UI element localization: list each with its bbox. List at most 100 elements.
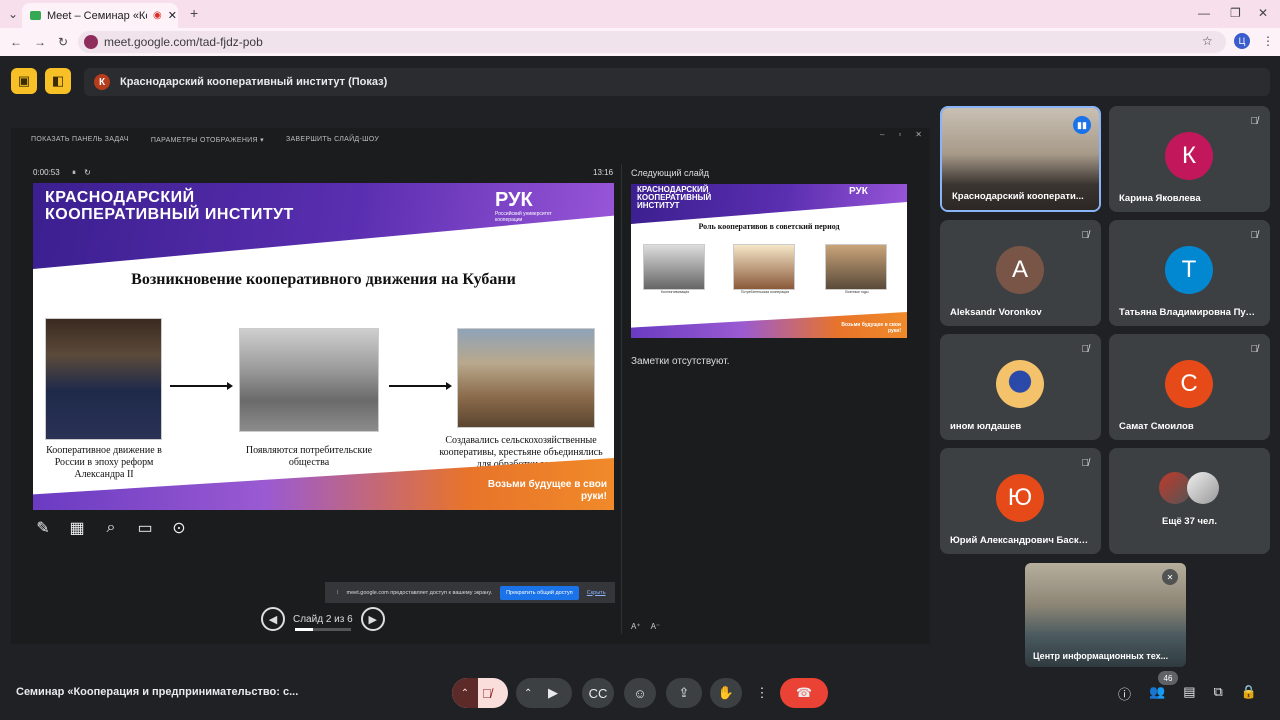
minimize-icon[interactable]: — — [1198, 6, 1210, 20]
end-slideshow-button[interactable]: ЗАВЕРШИТЬ СЛАЙД-ШОУ — [286, 136, 379, 144]
participant-tile[interactable]: ▮▮ Краснодарский кооперати... — [940, 106, 1101, 212]
zoom-icon[interactable]: ⌕ — [101, 518, 121, 538]
participant-count-badge: 46 — [1158, 671, 1178, 685]
url-field[interactable]: meet.google.com/tad-fjdz-pob — [78, 31, 1226, 53]
camera-control: ⌃ ▶ — [516, 678, 572, 708]
tab-search-icon[interactable]: ⌄ — [8, 7, 18, 21]
ruk-logo-subtitle: Российский университет кооперации — [495, 211, 552, 223]
presenter-window-controls: – ▫ ✕ — [880, 130, 922, 139]
participant-tile[interactable]: 🎙̸ ином юлдашев — [940, 334, 1101, 440]
meeting-side-controls: ⓘ 👥 ▤ ⧉ 🔒 — [1118, 684, 1257, 703]
mic-off-icon: 🎙̸ — [1250, 344, 1259, 355]
present-screen-icon[interactable]: ⇪ — [666, 678, 702, 708]
chat-icon[interactable]: ▤ — [1183, 684, 1195, 703]
presentation-panel-icon[interactable]: ◧ — [45, 68, 71, 94]
ruk-logo: РУК — [495, 189, 533, 211]
mic-off-icon: 🎙̸ — [1250, 116, 1259, 127]
browser-tab[interactable]: Meet – Семинар «Коопер... ◉ ✕ — [22, 3, 178, 28]
caption-2: Появляются потребительские общества — [245, 445, 373, 468]
camera-options-chevron-icon[interactable]: ⌃ — [524, 688, 532, 699]
next-slide-caption-1: Коллективизация — [660, 290, 690, 294]
all-slides-icon[interactable]: ▦ — [67, 518, 87, 538]
participant-name: Юрий Александрович Баска... — [950, 535, 1090, 546]
mic-control: ⌃ 🎙̸ — [452, 678, 508, 708]
mic-options-chevron-icon[interactable]: ⌃ — [452, 678, 478, 708]
presenter-minimize-icon[interactable]: – — [880, 130, 884, 139]
reactions-icon[interactable]: ☺ — [624, 678, 656, 708]
pause-icon[interactable]: ⏸ — [72, 168, 76, 177]
next-slide-caption-3: Военные годы — [845, 290, 869, 294]
next-slide-preview[interactable]: КРАСНОДАРСКИЙ КООПЕРАТИВНЫЙ ИНСТИТУТ РУК… — [631, 184, 907, 338]
restore-icon[interactable]: ❐ — [1230, 6, 1241, 20]
reload-icon[interactable]: ↻ — [58, 35, 68, 49]
mic-off-icon: 🎙̸ — [1081, 458, 1090, 469]
recording-icon: ◉ — [153, 10, 162, 21]
display-settings-button[interactable]: ПАРАМЕТРЫ ОТОБРАЖЕНИЯ ▾ — [151, 136, 264, 144]
back-icon[interactable]: ← — [10, 35, 22, 49]
pen-icon[interactable]: ✎ — [33, 518, 53, 538]
increase-font-button[interactable]: A⁺ — [631, 622, 641, 631]
timer-value: 0:00:53 — [33, 168, 60, 177]
notes-font-controls: A⁺ A⁻ — [631, 622, 660, 631]
presenter-close-icon[interactable]: ✕ — [915, 130, 922, 139]
next-slide-photo-2 — [733, 244, 795, 290]
next-slide-icon[interactable]: ▶ — [360, 607, 385, 631]
forward-icon[interactable]: → — [34, 35, 46, 49]
more-options-icon[interactable]: ⋮ — [750, 678, 774, 708]
participant-thumb — [1187, 472, 1219, 504]
more-participants-tile[interactable]: Ещё 37 чел. — [1109, 448, 1270, 554]
presenter-restore-icon[interactable]: ▫ — [898, 130, 901, 139]
slideshow-timer: 0:00:53 ⏸ ↻ — [33, 168, 91, 178]
next-slide-slogan: Возьми будущее в свои руки! — [841, 322, 901, 334]
raise-hand-icon[interactable]: ✋ — [710, 678, 742, 708]
address-bar-row: ← → ↻ meet.google.com/tad-fjdz-pob ☆ Ц ⋮ — [0, 28, 1280, 56]
slide-header-text: КРАСНОДАРСКИЙ КООПЕРАТИВНЫЙ ИНСТИТУТ — [45, 189, 294, 223]
slide-tools: ✎ ▦ ⌕ ▭ ⊙ — [33, 518, 189, 538]
show-taskbar-button[interactable]: ПОКАЗАТЬ ПАНЕЛЬ ЗАДАЧ — [31, 136, 129, 144]
bookmark-star-icon[interactable]: ☆ — [1202, 34, 1213, 48]
participant-name: Aleksandr Voronkov — [950, 307, 1042, 318]
participant-tile[interactable]: 🎙̸ A Aleksandr Voronkov — [940, 220, 1101, 326]
host-controls-icon[interactable]: 🔒 — [1241, 684, 1257, 703]
restart-timer-icon[interactable]: ↻ — [84, 168, 91, 177]
participant-tile[interactable]: 🎙̸ С Самат Смоилов — [1109, 334, 1270, 440]
participant-tile[interactable]: 🎙̸ К Карина Яковлева — [1109, 106, 1270, 212]
clock: 13:16 — [593, 168, 614, 177]
stop-sharing-button[interactable]: Прекратить общий доступ — [500, 585, 579, 600]
tab-close-icon[interactable]: ✕ — [168, 9, 177, 22]
participant-avatar: Т — [1165, 246, 1213, 294]
participant-avatar: К — [1165, 132, 1213, 180]
layout-toggle-icon[interactable]: ▣ — [11, 68, 37, 94]
close-window-icon[interactable]: ✕ — [1258, 6, 1268, 20]
previous-slide-icon[interactable]: ◀ — [261, 607, 285, 631]
presentation-title: Краснодарский кооперативный институт (По… — [120, 76, 388, 88]
people-icon[interactable]: 👥 — [1149, 684, 1165, 703]
mic-off-icon: 🎙̸ — [1250, 230, 1259, 241]
self-view-tile[interactable]: ✕ Центр информационных тех... — [1025, 563, 1186, 667]
meeting-info-icon[interactable]: ⓘ — [1118, 684, 1131, 703]
participant-name: Краснодарский кооперати... — [952, 191, 1084, 202]
tab-title: Meet – Семинар «Коопер... — [47, 9, 147, 22]
camera-button[interactable]: ▶ — [548, 685, 558, 701]
new-tab-icon[interactable]: + — [190, 5, 198, 21]
more-options-icon[interactable]: ⊙ — [169, 518, 189, 538]
profile-avatar[interactable]: Ц — [1234, 33, 1250, 49]
participant-tile[interactable]: 🎙̸ Ю Юрий Александрович Баска... — [940, 448, 1101, 554]
slide-progress-bar — [295, 628, 351, 631]
participant-tile[interactable]: 🎙̸ Т Татьяна Владимировна Пудк... — [1109, 220, 1270, 326]
decrease-font-button[interactable]: A⁻ — [651, 622, 661, 631]
participant-name: Самат Смоилов — [1119, 421, 1194, 432]
share-bar-grip-icon[interactable]: ⁞ — [337, 590, 339, 596]
current-slide: КРАСНОДАРСКИЙ КООПЕРАТИВНЫЙ ИНСТИТУТ РУК… — [33, 183, 614, 510]
mic-off-icon: 🎙̸ — [1081, 230, 1090, 241]
slide-title: Возникновение кооперативного движения на… — [131, 271, 516, 288]
next-slide-header-text: КРАСНОДАРСКИЙ КООПЕРАТИВНЫЙ ИНСТИТУТ — [637, 185, 712, 210]
mic-off-button[interactable]: 🎙̸ — [482, 686, 492, 701]
leave-call-icon[interactable]: ☎ — [780, 678, 828, 708]
captions-icon[interactable]: CC — [582, 678, 614, 708]
activities-icon[interactable]: ⧉ — [1214, 684, 1223, 703]
camera-off-icon[interactable]: ▭ — [135, 518, 155, 538]
hide-share-bar-link[interactable]: Скрыть — [587, 590, 606, 596]
browser-menu-icon[interactable]: ⋮ — [1262, 34, 1274, 48]
site-info-icon[interactable] — [84, 35, 98, 49]
